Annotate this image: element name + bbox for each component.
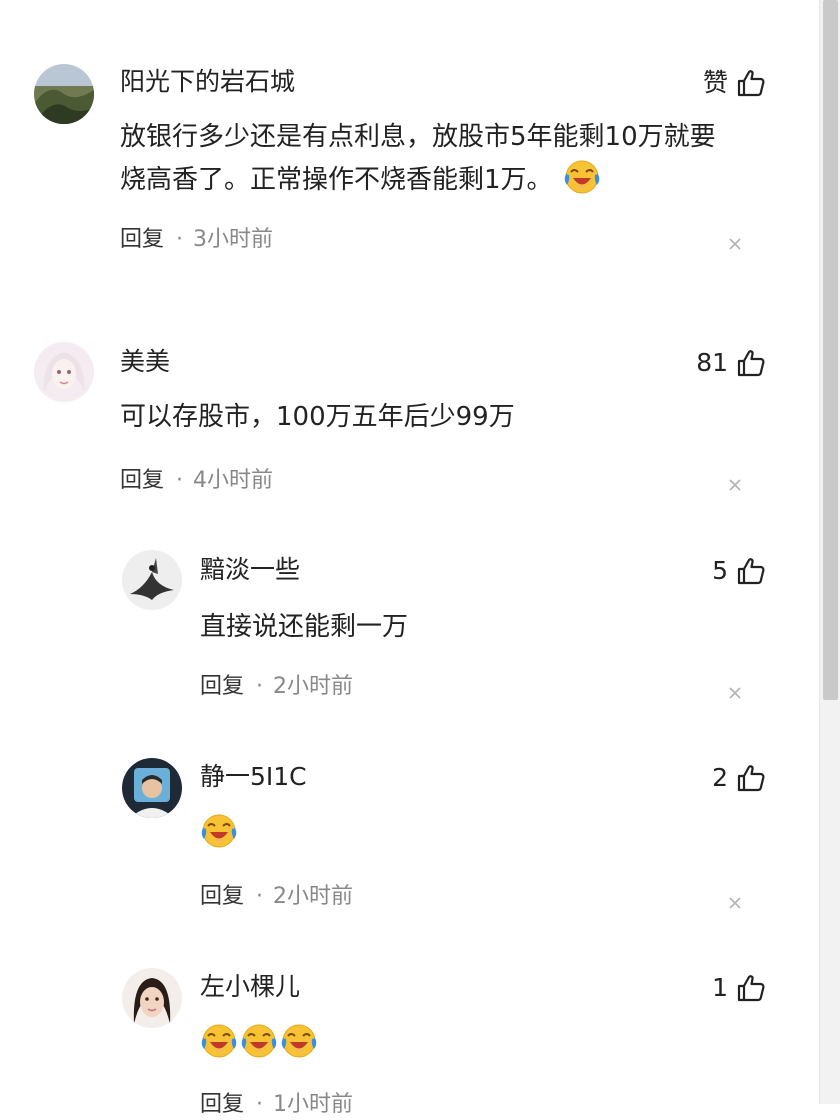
separator-dot: ·: [176, 468, 184, 493]
close-icon[interactable]: [728, 237, 742, 251]
like-button[interactable]: 赞: [703, 67, 766, 99]
comment-author[interactable]: 左小棵儿: [200, 972, 300, 1002]
laughing-crying-emoji-icon: [280, 1022, 318, 1060]
comment-author[interactable]: 美美: [120, 347, 170, 377]
laughing-crying-emoji-icon: [200, 812, 238, 850]
reply-button[interactable]: 回复: [120, 227, 164, 252]
separator-dot: ·: [256, 884, 264, 909]
like-button[interactable]: 1: [712, 972, 766, 1004]
comment-time: 4小时前: [193, 468, 274, 493]
close-icon[interactable]: [728, 478, 742, 492]
thumbs-up-icon: [736, 348, 766, 378]
avatar[interactable]: [122, 550, 182, 610]
comment-time: 2小时前: [273, 674, 354, 699]
comment-line: 烧高香了。正常操作不烧香能剩1万。: [120, 158, 716, 201]
comment-time: 1小时前: [273, 1092, 354, 1117]
reply-item: 黯淡一些 5 直接说还能剩一万 回复 · 2小时前: [0, 550, 820, 710]
comment-time: 3小时前: [193, 227, 274, 252]
comment-text: [200, 1022, 320, 1065]
close-icon[interactable]: [728, 896, 742, 910]
avatar[interactable]: [34, 64, 94, 124]
reply-button[interactable]: 回复: [120, 468, 164, 493]
like-button[interactable]: 81: [696, 347, 766, 379]
like-button[interactable]: 5: [712, 555, 766, 587]
separator-dot: ·: [256, 674, 264, 699]
comment-text: 可以存股市，100万五年后少99万: [120, 396, 515, 438]
comment-author[interactable]: 黯淡一些: [200, 555, 300, 585]
comment-item: 美美 81 可以存股市，100万五年后少99万 回复 · 4小时前: [0, 340, 820, 500]
comment-text: [200, 812, 240, 855]
comment-text: 放银行多少还是有点利息，放股市5年能剩10万就要 烧高香了。正常操作不烧香能剩1…: [120, 116, 716, 201]
reply-button[interactable]: 回复: [200, 884, 244, 909]
avatar[interactable]: [122, 968, 182, 1028]
comment-time: 2小时前: [273, 884, 354, 909]
reply-item: 静一5I1C 2 回复 · 2小时前: [0, 758, 820, 918]
comment-meta: 回复 · 2小时前: [200, 672, 353, 702]
comment-author[interactable]: 静一5I1C: [200, 762, 307, 792]
comment-line-text: 烧高香了。正常操作不烧香能剩1万。: [120, 165, 553, 195]
avatar[interactable]: [34, 342, 94, 402]
laughing-crying-emoji-icon: [240, 1022, 278, 1060]
comment-item: 阳光下的岩石城 赞 放银行多少还是有点利息，放股市5年能剩10万就要 烧高香了。…: [0, 62, 820, 262]
scrollbar-thumb[interactable]: [823, 0, 838, 700]
like-count: 1: [712, 973, 728, 1002]
thumbs-up-icon: [736, 556, 766, 586]
reply-button[interactable]: 回复: [200, 1092, 244, 1117]
comment-meta: 回复 · 3小时前: [120, 225, 273, 255]
comment-text: 直接说还能剩一万: [200, 606, 408, 648]
comment-line: 放银行多少还是有点利息，放股市5年能剩10万就要: [120, 122, 716, 152]
comment-line: 可以存股市，100万五年后少99万: [120, 402, 515, 432]
avatar[interactable]: [122, 758, 182, 818]
scrollbar-track[interactable]: [819, 0, 840, 1104]
thumbs-up-icon: [736, 763, 766, 793]
comment-meta: 回复 · 4小时前: [120, 466, 273, 496]
reply-item: 左小棵儿 1 回复 · 1小时前: [0, 968, 820, 1117]
comment-line: 直接说还能剩一万: [200, 612, 409, 642]
like-count: 81: [696, 348, 728, 377]
reply-button[interactable]: 回复: [200, 674, 244, 699]
close-icon[interactable]: [728, 686, 742, 700]
laughing-crying-emoji-icon: [563, 158, 601, 196]
separator-dot: ·: [176, 227, 184, 252]
like-count: 2: [712, 763, 728, 792]
comment-meta: 回复 · 1小时前: [200, 1090, 353, 1120]
separator-dot: ·: [256, 1092, 264, 1117]
comment-meta: 回复 · 2小时前: [200, 882, 353, 912]
like-count: 5: [712, 556, 728, 585]
comment-author[interactable]: 阳光下的岩石城: [120, 67, 295, 97]
like-button[interactable]: 2: [712, 762, 766, 794]
thumbs-up-icon: [736, 973, 766, 1003]
laughing-crying-emoji-icon: [200, 1022, 238, 1060]
like-count: 赞: [702, 68, 728, 97]
thumbs-up-icon: [736, 68, 766, 98]
